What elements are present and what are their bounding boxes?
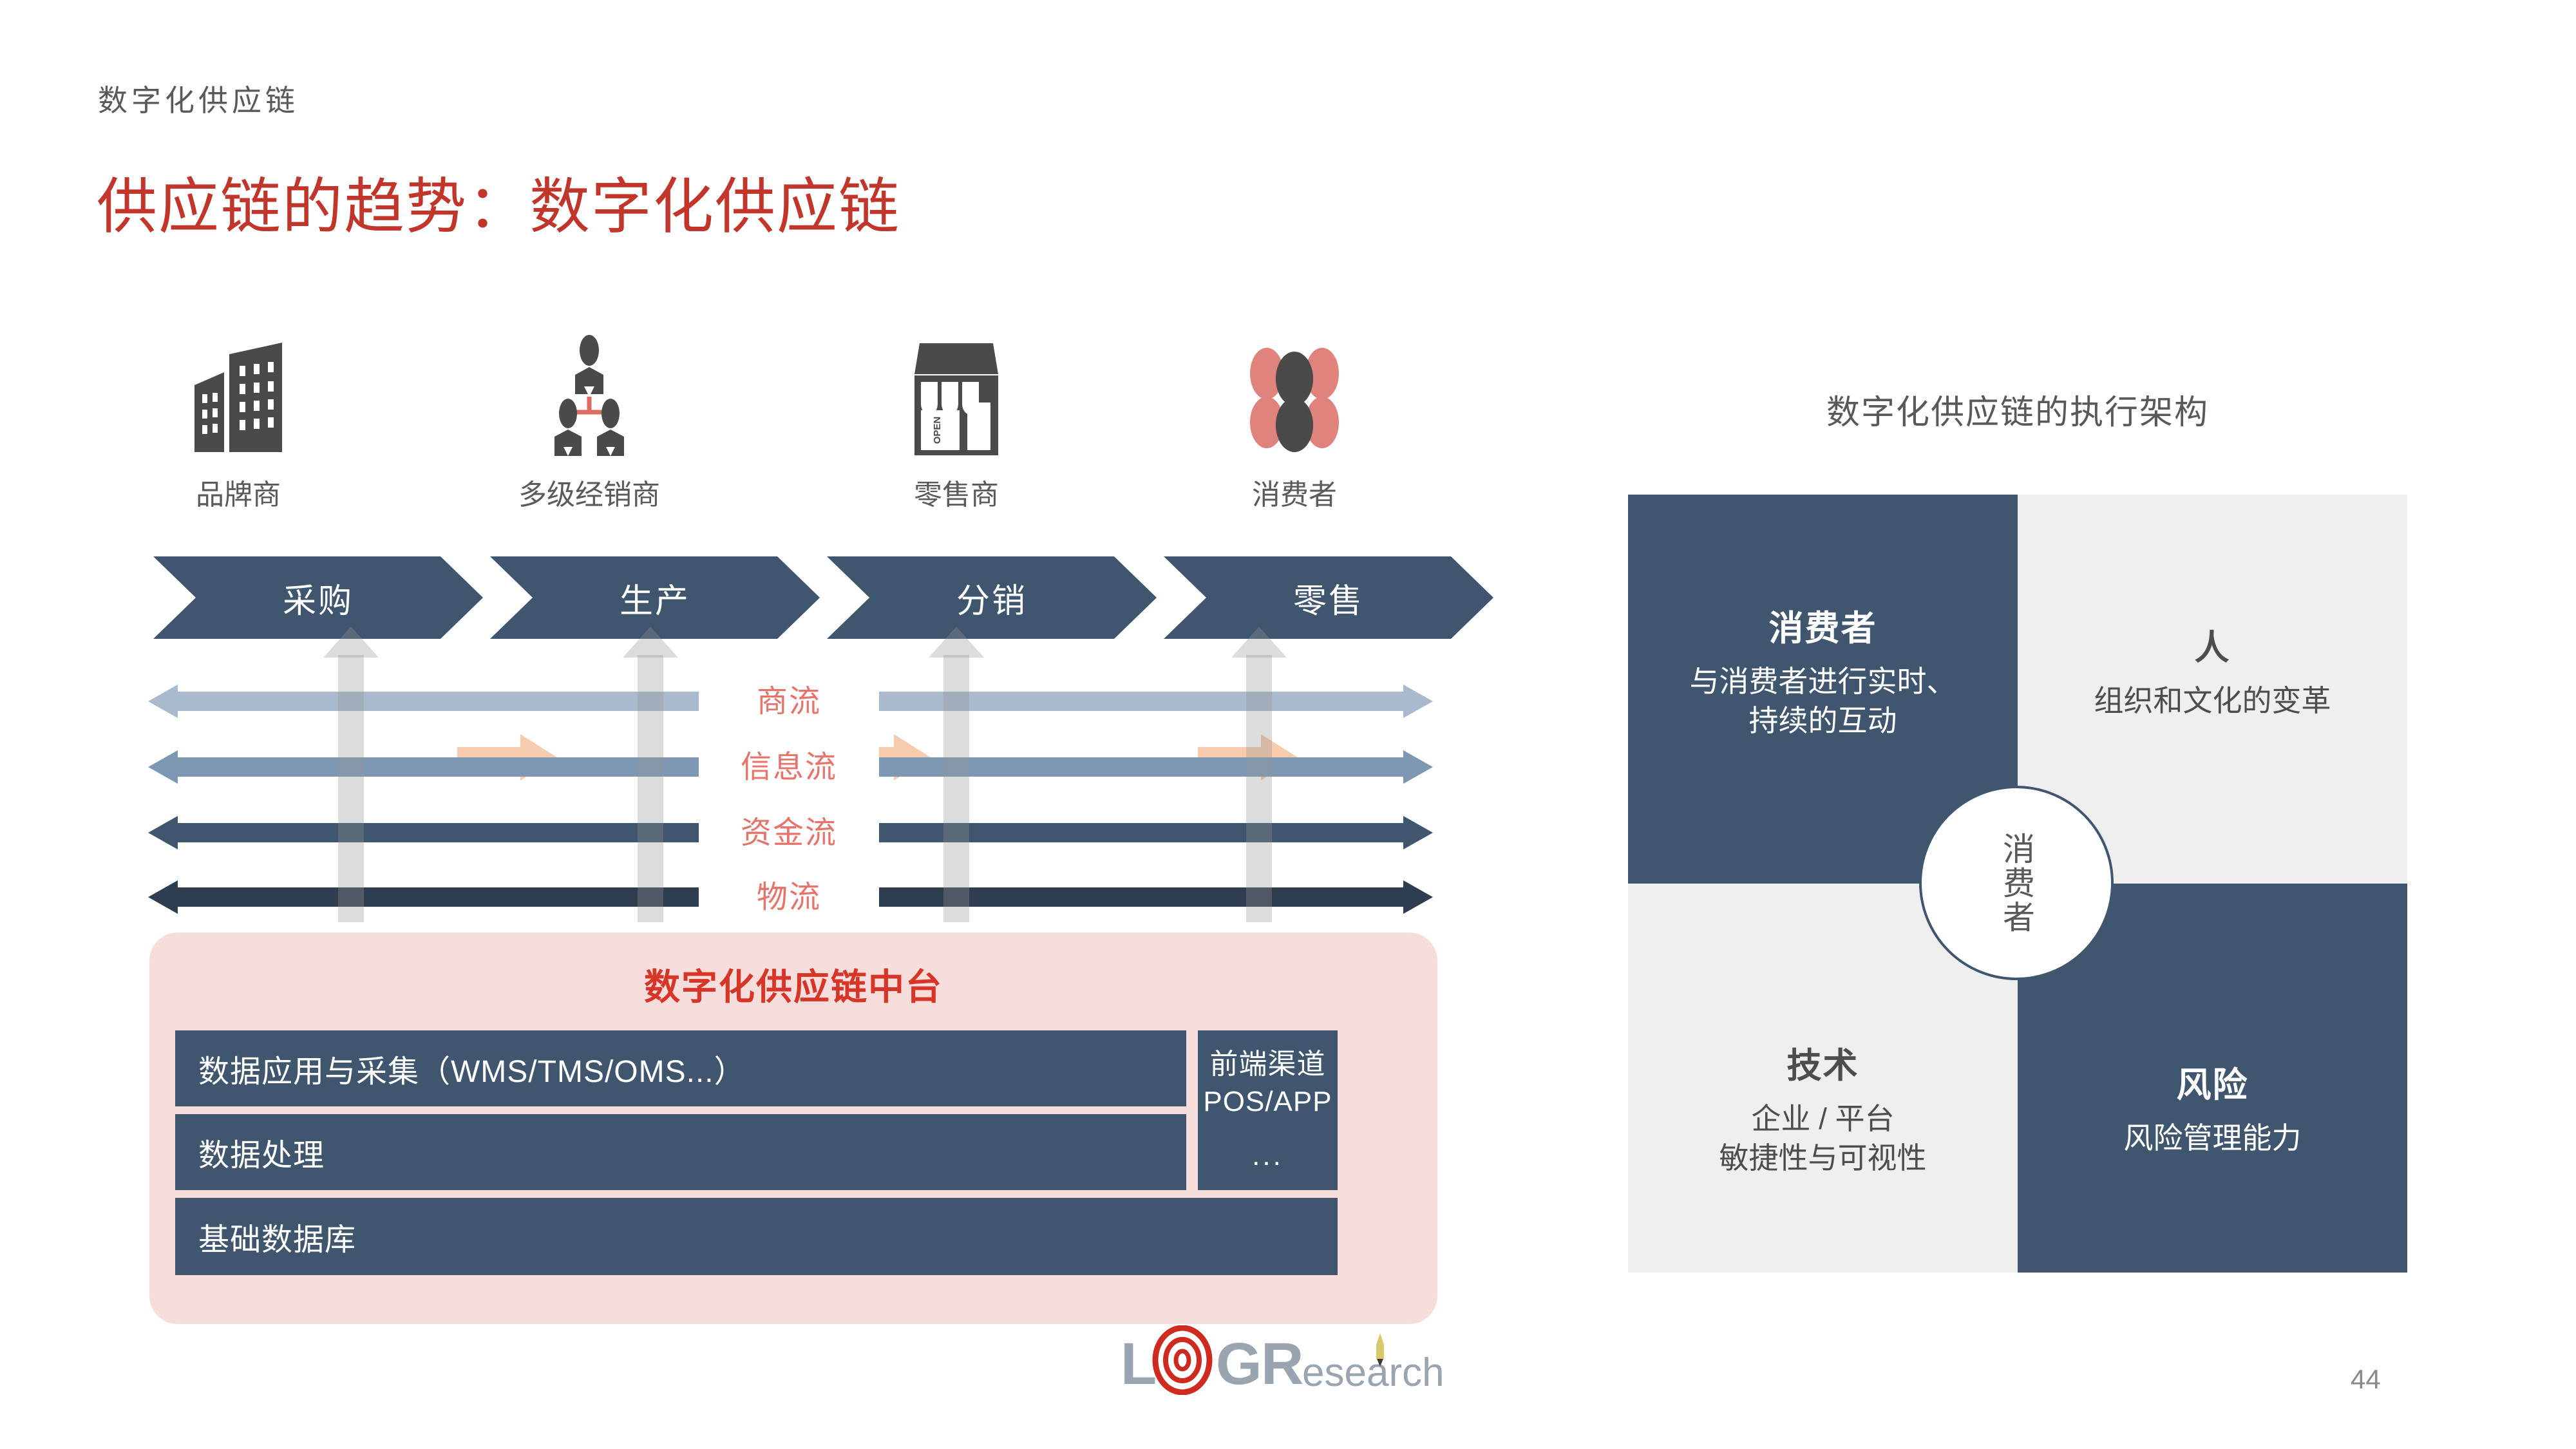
svg-text:OPEN: OPEN <box>932 417 943 444</box>
logo-letter-r: R <box>1261 1331 1304 1397</box>
left-arrowhead-icon <box>148 816 178 849</box>
flow-diagram: 商流 信息流 资金流 物流 <box>148 627 1433 922</box>
target-rings-icon <box>1151 1325 1213 1396</box>
actor-distributor: 多级经销商 <box>493 328 686 513</box>
actor-label: 品牌商 <box>196 479 281 511</box>
supply-chain-actor-row: 品牌商 多级经销商 OPEN 零售商 消费者 <box>129 328 1455 781</box>
quadrant-heading: 风险 <box>2176 1066 2249 1105</box>
flow-label: 商流 <box>699 676 879 721</box>
front-end-channel-box[interactable]: 前端渠道 POS/APP ... <box>1198 1030 1338 1190</box>
execution-architecture-quadrant: 消费者 与消费者进行实时、 持续的互动 人 组织和文化的变革 技术 企业 / 平… <box>1628 495 2407 1273</box>
front-channel-ellipsis: ... <box>1252 1140 1283 1172</box>
storefront-open-icon: OPEN <box>860 328 1053 457</box>
platform-layer-database[interactable]: 基础数据库 <box>175 1198 1338 1275</box>
slide-root: 数字化供应链 供应链的趋势：数字化供应链 品牌商 多级经销商 OPEN 零售商 … <box>0 0 2576 1449</box>
page-title: 供应链的趋势：数字化供应链 <box>97 173 901 240</box>
page-number: 44 <box>2351 1364 2381 1394</box>
actor-label: 多级经销商 <box>518 479 660 511</box>
quadrant-center-circle: 消费者 <box>1919 786 2114 980</box>
quadrant-subtext: 企业 / 平台 敏捷性与可视性 <box>1719 1101 1927 1175</box>
people-hierarchy-icon <box>493 328 686 457</box>
actor-brand: 品牌商 <box>142 328 335 513</box>
stage-chevron[interactable]: 零售 <box>1164 556 1493 639</box>
actor-consumer: 消费者 <box>1198 328 1391 513</box>
flow-label: 资金流 <box>699 807 879 852</box>
up-arrow-icon <box>1231 627 1287 922</box>
platform-title: 数字化供应链中台 <box>644 967 943 1007</box>
right-arrowhead-icon <box>1403 685 1433 718</box>
flow-label: 信息流 <box>699 741 879 786</box>
stage-chevron[interactable]: 分销 <box>827 556 1157 639</box>
up-arrow-icon <box>623 627 678 922</box>
stage-chevron[interactable]: 采购 <box>153 556 483 639</box>
office-building-icon <box>142 328 335 457</box>
quadrant-heading: 消费者 <box>1768 609 1877 648</box>
right-arrowhead-icon <box>1403 750 1433 784</box>
logo-letter-g: G <box>1216 1331 1262 1397</box>
platform-layer-applications[interactable]: 数据应用与采集（WMS/TMS/OMS...） <box>175 1030 1186 1106</box>
digital-supply-chain-platform: 数字化供应链中台 数据应用与采集（WMS/TMS/OMS...） 数据处理 基础… <box>149 933 1437 1324</box>
consumer-group-icon <box>1198 328 1391 457</box>
actor-label: 消费者 <box>1252 479 1337 511</box>
right-arrowhead-icon <box>1403 880 1433 914</box>
quadrant-subtext: 风险管理能力 <box>2123 1121 2302 1155</box>
slide-kicker: 数字化供应链 <box>98 84 299 117</box>
flow-label: 物流 <box>699 871 879 916</box>
up-arrow-icon <box>929 627 984 922</box>
left-arrowhead-icon <box>148 750 178 784</box>
quadrant-heading: 技术 <box>1786 1046 1859 1085</box>
front-channel-line1: 前端渠道 <box>1209 1048 1326 1080</box>
front-channel-line2: POS/APP <box>1203 1085 1332 1117</box>
actor-label: 零售商 <box>914 479 999 511</box>
quadrant-subtext: 组织和文化的变革 <box>2094 684 2331 718</box>
up-arrow-icon <box>323 627 379 922</box>
platform-layer-processing[interactable]: 数据处理 <box>175 1114 1186 1190</box>
quadrant-subtext: 与消费者进行实时、 持续的互动 <box>1689 664 1956 737</box>
actor-retailer: OPEN 零售商 <box>860 328 1053 513</box>
right-arrowhead-icon <box>1403 816 1433 849</box>
architecture-title: 数字化供应链的执行架构 <box>1826 394 2209 431</box>
left-arrowhead-icon <box>148 685 178 718</box>
logr-research-logo: L G R esearch <box>1121 1325 1444 1405</box>
quadrant-heading: 人 <box>2194 629 2231 668</box>
left-arrowhead-icon <box>148 880 178 914</box>
pen-nib-icon <box>1376 1333 1384 1367</box>
